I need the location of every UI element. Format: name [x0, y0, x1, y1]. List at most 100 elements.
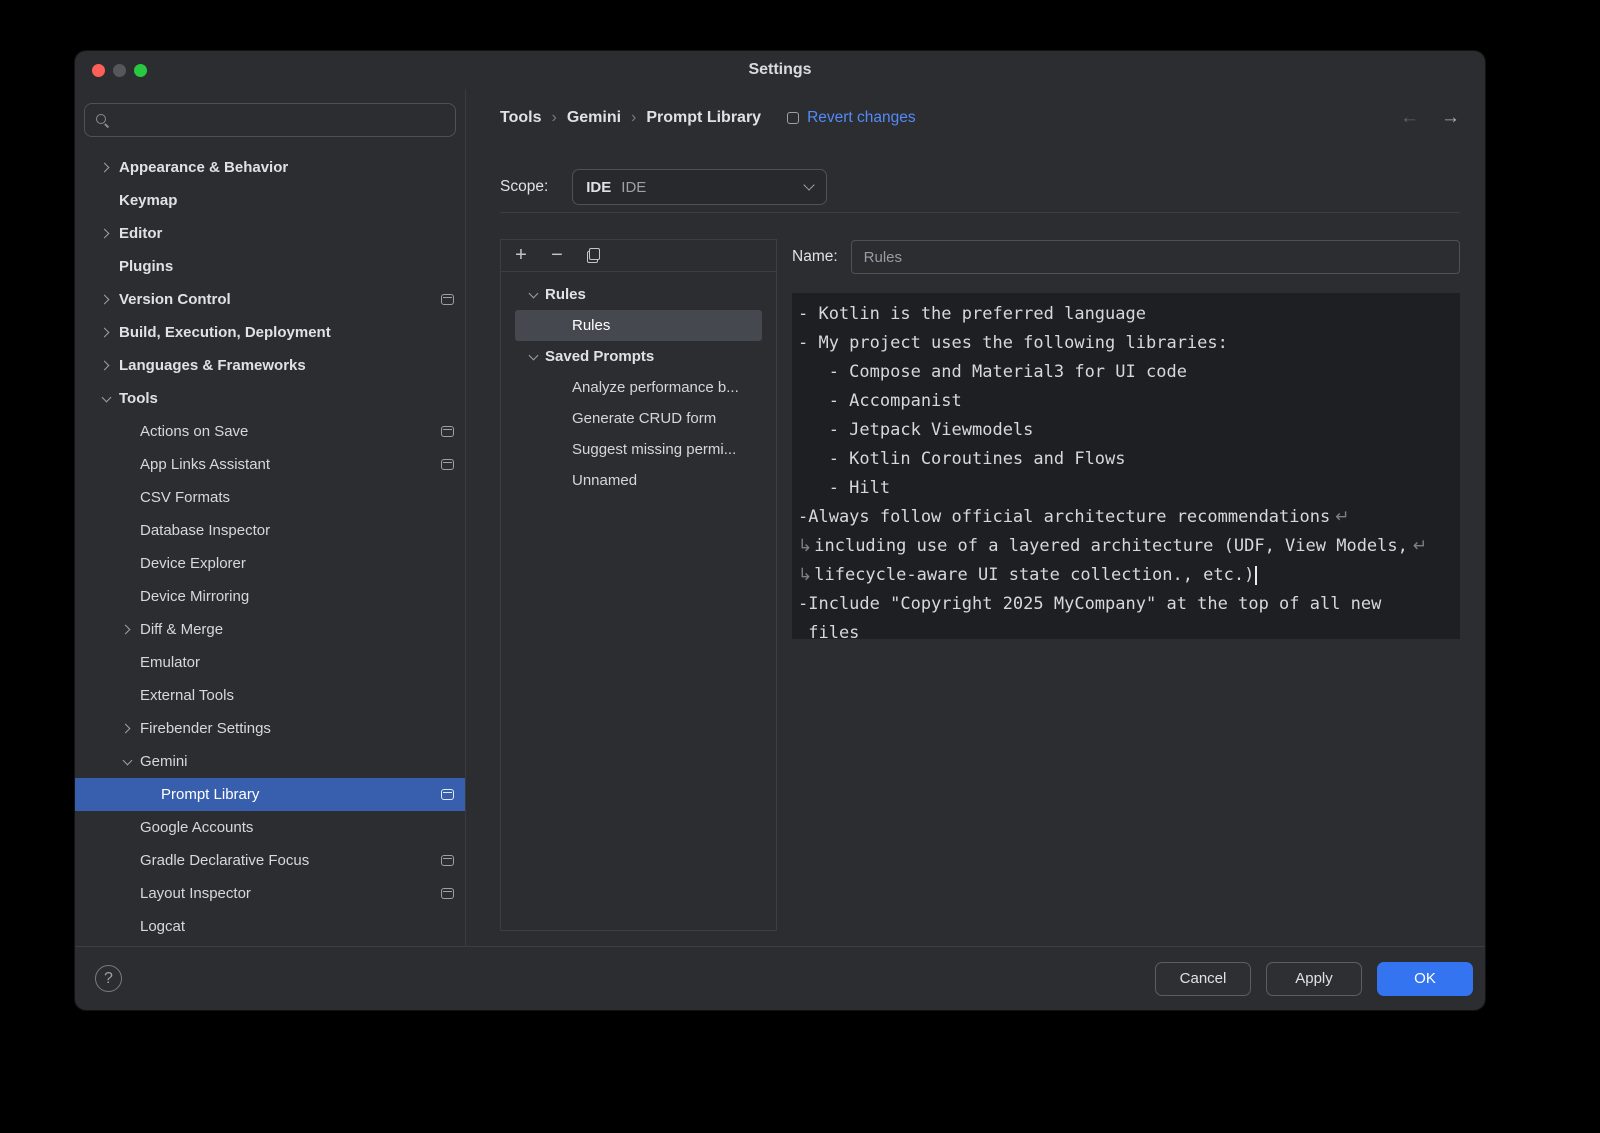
sidebar-item[interactable]: Firebender Settings — [75, 712, 465, 745]
scope-selected-value: IDE — [621, 179, 646, 196]
revert-icon — [787, 112, 799, 124]
sidebar-item[interactable]: Device Mirroring — [75, 580, 465, 613]
prompt-tree-row[interactable]: Unnamed — [515, 465, 762, 496]
sidebar-item[interactable]: App Links Assistant — [75, 448, 465, 481]
editor-line-text: - My project uses the following librarie… — [798, 333, 1228, 353]
editor-line-text: - Compose and Material3 for UI code — [798, 362, 1187, 382]
remove-button[interactable]: − — [547, 246, 567, 266]
sidebar-item[interactable]: Diff & Merge — [75, 613, 465, 646]
prompt-tree: Rules Rules Saved Prompts — [501, 272, 776, 496]
sidebar-item[interactable]: External Tools — [75, 679, 465, 712]
apply-button[interactable]: Apply — [1266, 962, 1362, 996]
editor-line: - Jetpack Viewmodels — [798, 416, 1450, 445]
help-button[interactable]: ? — [95, 965, 122, 992]
soft-wrap-icon — [798, 536, 814, 556]
sidebar-item-gutter — [114, 725, 140, 732]
breadcrumb: Tools › Gemini › Prompt Library Revert c… — [500, 101, 1460, 135]
prompt-tree-gutter — [521, 355, 545, 359]
sidebar-item[interactable]: Prompt Library — [75, 778, 465, 811]
sidebar-item-label: Diff & Merge — [140, 621, 223, 638]
sidebar-tree: Appearance & Behavior Keymap Editor — [75, 151, 465, 946]
scope-label: Scope: — [500, 178, 548, 196]
prompt-tree-row[interactable]: Saved Prompts — [515, 341, 762, 372]
sidebar-item-gutter — [93, 296, 119, 303]
prompt-tree-row[interactable]: Rules — [515, 310, 762, 341]
sidebar-item-label: App Links Assistant — [140, 456, 270, 473]
sidebar-item-label: External Tools — [140, 687, 234, 704]
sidebar-item-label: Logcat — [140, 918, 185, 935]
revert-changes-label: Revert changes — [807, 109, 916, 127]
sidebar-item-label: Build, Execution, Deployment — [119, 324, 331, 341]
sidebar-item[interactable]: Actions on Save — [75, 415, 465, 448]
sidebar-item[interactable]: Plugins — [75, 250, 465, 283]
editor-line-text: -Include "Copyright 2025 MyCompany" at t… — [798, 594, 1381, 614]
sidebar-item[interactable]: Languages & Frameworks — [75, 349, 465, 382]
editor-line-text: - Accompanist — [798, 391, 962, 411]
breadcrumb-item-tools[interactable]: Tools — [500, 109, 541, 127]
editor-line: - Hilt — [798, 474, 1450, 503]
chevron-down-icon — [528, 350, 538, 360]
sidebar-item[interactable]: CSV Formats — [75, 481, 465, 514]
search-box[interactable] — [84, 103, 456, 137]
sidebar-item[interactable]: Device Explorer — [75, 547, 465, 580]
sidebar-item[interactable]: Emulator — [75, 646, 465, 679]
editor-line-text: files — [798, 623, 859, 639]
sidebar-item[interactable]: Database Inspector — [75, 514, 465, 547]
sidebar-item-label: Emulator — [140, 654, 200, 671]
sidebar-item[interactable]: Google Accounts — [75, 811, 465, 844]
duplicate-button[interactable] — [583, 246, 603, 266]
chevron-right-icon — [100, 361, 110, 371]
sidebar-item[interactable]: Tools — [75, 382, 465, 415]
editor-line: files — [798, 619, 1450, 639]
search-input[interactable] — [117, 112, 445, 128]
chevron-down-icon — [122, 755, 132, 765]
chevron-down-icon — [101, 392, 111, 402]
back-arrow-icon[interactable]: ← — [1400, 107, 1419, 129]
cancel-button[interactable]: Cancel — [1155, 962, 1251, 996]
name-label: Name: — [792, 248, 838, 266]
chevron-down-icon — [804, 179, 815, 190]
chevron-right-icon — [100, 328, 110, 338]
sidebar-item-gutter — [93, 397, 119, 401]
prompt-editor[interactable]: - Kotlin is the preferred language- My p… — [792, 293, 1460, 639]
breadcrumb-item-gemini[interactable]: Gemini — [567, 109, 621, 127]
sidebar-item[interactable]: Keymap — [75, 184, 465, 217]
breadcrumb-separator: › — [551, 109, 556, 127]
name-input[interactable] — [851, 240, 1460, 274]
revert-changes-link[interactable]: Revert changes — [787, 109, 916, 127]
sidebar-item[interactable]: Version Control — [75, 283, 465, 316]
ok-button[interactable]: OK — [1377, 962, 1473, 996]
text-caret — [1255, 566, 1257, 585]
forward-arrow-icon[interactable]: → — [1441, 107, 1460, 129]
editor-line-text: - Jetpack Viewmodels — [798, 420, 1033, 440]
chevron-right-icon — [100, 295, 110, 305]
add-button[interactable]: + — [511, 246, 531, 266]
sidebar-item-label: Appearance & Behavior — [119, 159, 288, 176]
scope-select[interactable]: IDE IDE — [572, 169, 827, 205]
duplicate-icon — [587, 248, 600, 263]
sidebar-item-label: Prompt Library — [161, 786, 259, 803]
sidebar-item-gutter — [93, 329, 119, 336]
footer: ? Cancel Apply OK — [75, 946, 1485, 1010]
sidebar-item[interactable]: Build, Execution, Deployment — [75, 316, 465, 349]
sidebar-item[interactable]: Gradle Declarative Focus — [75, 844, 465, 877]
sidebar-item-label: Layout Inspector — [140, 885, 251, 902]
prompt-tree-label: Unnamed — [572, 472, 637, 489]
prompt-tree-label: Saved Prompts — [545, 348, 654, 365]
sidebar-item[interactable]: Gemini — [75, 745, 465, 778]
screen-icon — [441, 855, 454, 866]
prompt-list-toolbar: + − — [501, 240, 776, 272]
sidebar-item[interactable]: Appearance & Behavior — [75, 151, 465, 184]
prompt-tree-row[interactable]: Analyze performance b... — [515, 372, 762, 403]
prompt-tree-row[interactable]: Suggest missing permi... — [515, 434, 762, 465]
sidebar-item[interactable]: Layout Inspector — [75, 877, 465, 910]
prompt-detail: Name: - Kotlin is the preferred language… — [792, 239, 1460, 946]
prompt-tree-row[interactable]: Rules — [515, 279, 762, 310]
sidebar-item-label: Device Explorer — [140, 555, 246, 572]
prompt-tree-row[interactable]: Generate CRUD form — [515, 403, 762, 434]
sidebar-item[interactable]: Logcat — [75, 910, 465, 943]
sidebar-item[interactable]: Editor — [75, 217, 465, 250]
settings-main: Tools › Gemini › Prompt Library Revert c… — [466, 89, 1485, 946]
chevron-right-icon — [100, 163, 110, 173]
titlebar: Settings — [75, 51, 1485, 89]
